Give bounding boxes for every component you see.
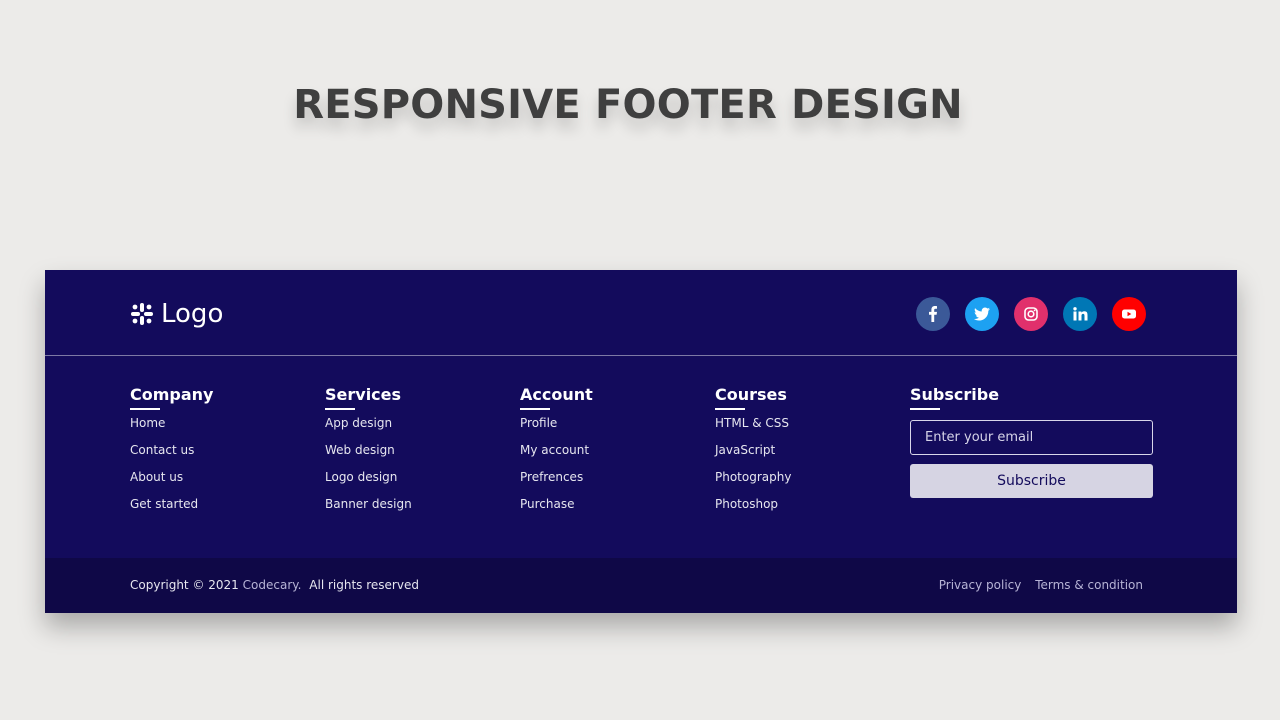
brand-link[interactable]: Codecary.	[243, 578, 302, 592]
column-title: Account	[520, 385, 593, 404]
facebook-icon	[929, 306, 937, 322]
footer-link-contact-us[interactable]: Contact us	[130, 443, 213, 458]
column-underline	[130, 408, 160, 410]
footer-columns: Company Home Contact us About us Get sta…	[130, 384, 1160, 534]
column-title: Courses	[715, 385, 787, 404]
terms-condition-link[interactable]: Terms & condition	[1035, 578, 1143, 592]
email-input[interactable]	[910, 420, 1153, 455]
page-title: RESPONSIVE FOOTER DESIGN	[293, 82, 963, 128]
footer-link-home[interactable]: Home	[130, 416, 213, 431]
youtube-icon	[1122, 309, 1136, 319]
subscribe-button[interactable]: Subscribe	[910, 464, 1153, 498]
footer-link-prefrences[interactable]: Prefrences	[520, 470, 593, 485]
logo-text: Logo	[161, 299, 224, 329]
slack-icon	[131, 303, 153, 325]
copyright-prefix: Copyright © 2021	[130, 578, 239, 592]
linkedin-button[interactable]	[1063, 297, 1097, 331]
column-underline	[910, 408, 940, 410]
footer-link-profile[interactable]: Profile	[520, 416, 593, 431]
column-subscribe: Subscribe Subscribe	[910, 384, 1153, 534]
link-list: Profile My account Prefrences Purchase	[520, 416, 593, 512]
column-account: Account Profile My account Prefrences Pu…	[520, 384, 593, 524]
footer-link-photography[interactable]: Photography	[715, 470, 791, 485]
youtube-button[interactable]	[1112, 297, 1146, 331]
footer-link-logo-design[interactable]: Logo design	[325, 470, 412, 485]
social-links	[901, 297, 1146, 331]
logo[interactable]: Logo	[130, 297, 223, 331]
copyright: Copyright © 2021 Codecary. All rights re…	[130, 578, 419, 593]
column-title: Services	[325, 385, 402, 404]
footer-link-app-design[interactable]: App design	[325, 416, 412, 431]
footer-link-web-design[interactable]: Web design	[325, 443, 412, 458]
footer-bottom-bar: Copyright © 2021 Codecary. All rights re…	[45, 558, 1237, 613]
instagram-button[interactable]	[1014, 297, 1048, 331]
footer-link-banner-design[interactable]: Banner design	[325, 497, 412, 512]
linkedin-icon	[1073, 307, 1088, 321]
twitter-icon	[974, 307, 990, 321]
legal-links: Privacy policy Terms & condition	[929, 578, 1143, 593]
footer-link-html-css[interactable]: HTML & CSS	[715, 416, 791, 431]
column-company: Company Home Contact us About us Get sta…	[130, 384, 213, 524]
footer-link-javascript[interactable]: JavaScript	[715, 443, 791, 458]
copyright-suffix: All rights reserved	[309, 578, 419, 592]
column-underline	[715, 408, 745, 410]
footer-link-get-started[interactable]: Get started	[130, 497, 213, 512]
column-title: Subscribe	[910, 385, 1000, 404]
footer-link-purchase[interactable]: Purchase	[520, 497, 593, 512]
privacy-policy-link[interactable]: Privacy policy	[939, 578, 1022, 592]
footer-link-about-us[interactable]: About us	[130, 470, 213, 485]
footer-link-my-account[interactable]: My account	[520, 443, 593, 458]
link-list: Home Contact us About us Get started	[130, 416, 213, 512]
instagram-icon	[1024, 307, 1038, 321]
footer: Logo Company Home Contact us About us Ge…	[45, 270, 1237, 613]
link-list: HTML & CSS JavaScript Photography Photos…	[715, 416, 791, 512]
column-underline	[325, 408, 355, 410]
column-courses: Courses HTML & CSS JavaScript Photograph…	[715, 384, 791, 524]
facebook-button[interactable]	[916, 297, 950, 331]
footer-top-bar: Logo	[45, 270, 1237, 356]
column-underline	[520, 408, 550, 410]
link-list: App design Web design Logo design Banner…	[325, 416, 412, 512]
column-title: Company	[130, 385, 214, 404]
footer-link-photoshop[interactable]: Photoshop	[715, 497, 791, 512]
column-services: Services App design Web design Logo desi…	[325, 384, 412, 524]
twitter-button[interactable]	[965, 297, 999, 331]
